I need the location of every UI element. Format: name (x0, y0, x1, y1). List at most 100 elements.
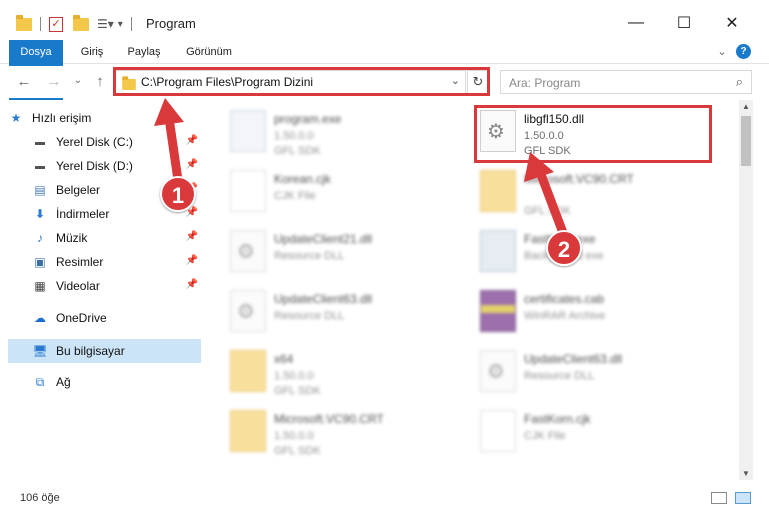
chevron-down-icon[interactable]: ▾ (118, 19, 123, 30)
music-icon: ♪ (37, 231, 43, 245)
pin-icon[interactable]: 📌 (186, 255, 198, 266)
folder-icon (230, 350, 266, 392)
sidebar-item-label: Yerel Disk (D:) (56, 159, 133, 173)
file-name: UpdateClient21.dll (274, 232, 373, 246)
file-item[interactable]: x64 1.50.0.0 GFL SDK (206, 342, 456, 402)
search-icon: ⌕ (735, 74, 743, 89)
file-type: Resource DLL (524, 370, 595, 382)
sidebar-item-label: Hızlı erişim (32, 111, 92, 125)
file-name: UpdateClient63.dll (274, 292, 373, 306)
file-name: UpdateClient63.dll (524, 352, 623, 366)
folder-icon (230, 410, 266, 452)
scroll-up-icon[interactable]: ▲ (739, 102, 753, 111)
ribbon-expand-icon[interactable]: ⌄ (714, 40, 730, 64)
title-bar: ✓ ☰▾ ▾ Program — ☐ ✕ (0, 0, 769, 44)
documents-icon: ▤ (34, 183, 46, 197)
item-count: 106 öğe (20, 492, 60, 504)
file-item[interactable]: Korean.cjk CJK File (206, 162, 456, 222)
sidebar-item-pictures[interactable]: ▣ Resimler 📌 (32, 250, 204, 274)
help-icon[interactable]: ? (736, 44, 751, 59)
folder-icon[interactable] (16, 14, 32, 31)
scroll-down-icon[interactable]: ▼ (739, 469, 753, 478)
step-2-badge: 2 (546, 230, 582, 266)
search-input[interactable]: Ara: Program (509, 76, 580, 90)
sidebar-item-onedrive[interactable]: ☁ OneDrive (32, 306, 204, 330)
download-icon: ⬇ (34, 207, 46, 221)
minimize-button[interactable]: — (613, 8, 659, 38)
step-1-badge: 1 (160, 176, 196, 212)
sidebar-item-label: OneDrive (56, 311, 107, 325)
file-version: 1.50.0.0 (274, 430, 314, 442)
dll-gear-icon (230, 230, 266, 272)
search-box[interactable]: Ara: Program ⌕ (500, 70, 752, 94)
file-name: Korean.cjk (274, 172, 331, 186)
cloud-icon: ☁ (34, 311, 46, 325)
file-item[interactable]: Microsoft.VC90.CRT 1.50.0.0 GFL SDK (206, 402, 456, 462)
sidebar-item-videos[interactable]: ▦ Videolar 📌 (32, 274, 204, 298)
file-company: GFL SDK (274, 145, 321, 157)
file-name: Microsoft.VC90.CRT (274, 412, 384, 426)
archive-icon (480, 290, 516, 332)
sidebar-item-label: Belgeler (56, 183, 101, 197)
file-item[interactable]: UpdateClient63.dll Resource DLL (206, 282, 456, 342)
file-item[interactable]: FastKorn.cjk CJK File (456, 402, 706, 462)
file-type: Resource DLL (274, 310, 345, 322)
sidebar-item-music[interactable]: ♪ Müzik 📌 (32, 226, 204, 250)
file-item[interactable]: program.exe 1.50.0.0 GFL SDK (206, 102, 456, 162)
file-version: 1.50.0.0 (274, 370, 314, 382)
tab-gorunum[interactable]: Görünüm (180, 40, 238, 64)
sidebar-item-label: Müzik (56, 231, 88, 245)
blank-file-icon (480, 410, 516, 452)
quick-access-toolbar: ✓ ☰▾ ▾ (16, 14, 132, 34)
exe-icon (230, 110, 266, 152)
sidebar-item-label: Videolar (56, 279, 100, 293)
sidebar-item-label: Resimler (56, 255, 104, 269)
star-icon: ★ (10, 111, 22, 125)
file-item[interactable]: UpdateClient21.dll Resource DLL (206, 222, 456, 282)
scroll-thumb[interactable] (741, 116, 751, 166)
tab-paylas[interactable]: Paylaş (122, 40, 166, 64)
details-view-icon[interactable] (711, 492, 727, 504)
file-type: CJK File (274, 190, 316, 202)
file-item[interactable]: certificates.cab WinRAR Archive (456, 282, 706, 342)
ribbon-tabs: Dosya Giriş Paylaş Görünüm ⌄ ? (0, 40, 769, 100)
window-title: Program (146, 16, 196, 31)
close-button[interactable]: ✕ (709, 8, 755, 38)
file-item[interactable]: UpdateClient63.dll Resource DLL (456, 342, 706, 402)
file-name: x64 (274, 352, 294, 366)
large-icons-view-icon[interactable] (735, 492, 751, 504)
file-type: WinRAR Archive (524, 310, 606, 322)
pin-icon[interactable]: 📌 (186, 231, 198, 242)
computer-icon: 🖥 (32, 344, 48, 358)
dll-gear-icon (230, 290, 266, 332)
recent-locations-button[interactable]: ⌄ (68, 75, 88, 86)
maximize-button[interactable]: ☐ (661, 8, 707, 38)
address-highlight-box (113, 67, 490, 96)
sidebar-item-label: Bu bilgisayar (56, 344, 125, 358)
file-type: Resource DLL (274, 250, 345, 262)
file-name: FastKorn.cjk (524, 412, 591, 426)
up-button[interactable]: ↑ (90, 73, 110, 90)
drive-icon: ▬ (35, 136, 45, 148)
divider (130, 17, 132, 31)
customize-icon[interactable]: ☰▾ (97, 17, 114, 31)
file-name: program.exe (274, 112, 342, 126)
file-highlight-box (474, 105, 712, 163)
status-bar: 106 öğe (0, 484, 769, 524)
new-folder-icon[interactable] (73, 14, 89, 31)
vertical-scrollbar[interactable]: ▲ ▼ (739, 100, 753, 480)
sidebar-item-label: Ağ (56, 375, 71, 389)
forward-button[interactable]: → (44, 73, 64, 90)
file-company: GFL SDK (274, 445, 321, 457)
file-type: CJK File (524, 430, 566, 442)
back-button[interactable]: ← (14, 73, 34, 90)
properties-icon[interactable]: ✓ (49, 16, 63, 32)
sidebar-item-network[interactable]: ⧉ Ağ (32, 370, 204, 394)
dll-gear-icon (480, 350, 516, 392)
network-icon: ⧉ (35, 374, 45, 389)
sidebar-item-label: Yerel Disk (C:) (56, 135, 133, 149)
tab-giris[interactable]: Giriş (72, 40, 112, 64)
window-exe-icon (480, 230, 516, 272)
pin-icon[interactable]: 📌 (186, 279, 198, 290)
sidebar-item-this-pc[interactable]: 🖥 Bu bilgisayar (8, 339, 201, 363)
